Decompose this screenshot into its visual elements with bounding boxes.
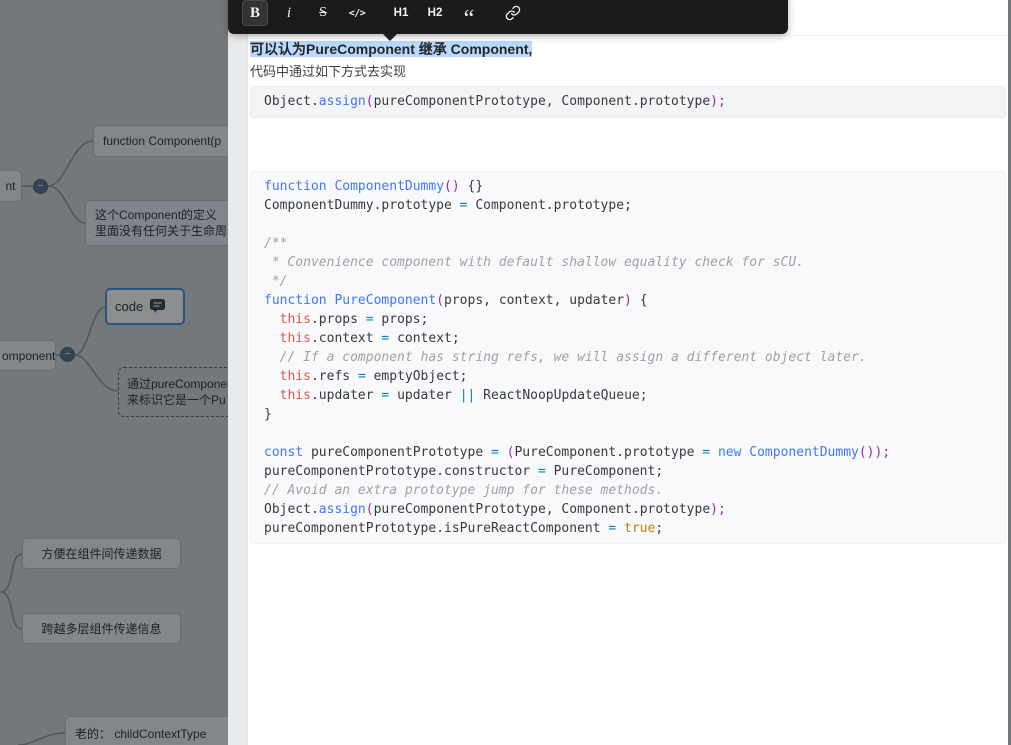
link-button[interactable] <box>500 0 526 26</box>
code-line: Object.assign(pureComponentPrototype, Co… <box>264 94 726 109</box>
panel-resize-gutter[interactable] <box>228 0 248 745</box>
code-line: this.updater = updater || ReactNoopUpdat… <box>279 388 648 403</box>
code-line: this.context = context; <box>279 331 460 346</box>
note-paragraph-selected[interactable]: 可以认为PureComponent 继承 Component, <box>250 40 1006 58</box>
code-line: const pureComponentPrototype = (PureComp… <box>264 445 891 460</box>
code-line: this.refs = emptyObject; <box>279 369 468 384</box>
code-line: function ComponentDummy() {} <box>264 179 484 194</box>
strikethrough-button[interactable]: S <box>310 0 336 26</box>
code-line: Object.assign(pureComponentPrototype, Co… <box>264 502 726 517</box>
inline-code-button[interactable]: </> <box>344 0 370 26</box>
notes-panel: 可以认为PureComponent 继承 Component, 代码中通过如下方… <box>248 0 1008 745</box>
code-line: /** <box>264 236 288 251</box>
link-icon <box>505 5 521 21</box>
code-line: // Avoid an extra prototype jump for the… <box>264 483 664 498</box>
code-line: this.props = props; <box>279 312 429 327</box>
quote-button[interactable]: “ <box>456 0 482 31</box>
note-paragraph[interactable]: 代码中通过如下方式去实现 <box>250 63 1006 80</box>
code-line: // If a component has string refs, we wi… <box>264 350 867 365</box>
italic-button[interactable]: i <box>276 0 302 26</box>
code-line: ComponentDummy.prototype = Component.pro… <box>264 198 632 213</box>
note-editor: 可以认为PureComponent 继承 Component, 代码中通过如下方… <box>250 40 1006 544</box>
app-window: nt − function Component(p 这个Component的定义… <box>0 0 1011 745</box>
code-block-2[interactable]: function ComponentDummy() {} ComponentDum… <box>250 171 1006 544</box>
code-line: * Convenience component with default sha… <box>264 255 805 270</box>
toolbar-caret <box>383 34 397 41</box>
bold-button[interactable]: B <box>242 0 268 26</box>
code-line: pureComponentPrototype.constructor = Pur… <box>264 464 664 479</box>
code-line: function PureComponent(props, context, u… <box>264 293 648 308</box>
format-toolbar: B i S </> H1 H2 “ <box>228 0 788 34</box>
code-block-1[interactable]: Object.assign(pureComponentPrototype, Co… <box>250 86 1006 118</box>
code-line: */ <box>264 274 288 289</box>
code-line: pureComponentPrototype.isPureReactCompon… <box>264 521 664 536</box>
heading2-button[interactable]: H2 <box>422 0 448 26</box>
heading1-button[interactable]: H1 <box>388 0 414 26</box>
panel-header-divider <box>248 35 1008 36</box>
code-line: } <box>264 407 272 422</box>
selected-text: 可以认为PureComponent 继承 Component, <box>250 41 533 57</box>
